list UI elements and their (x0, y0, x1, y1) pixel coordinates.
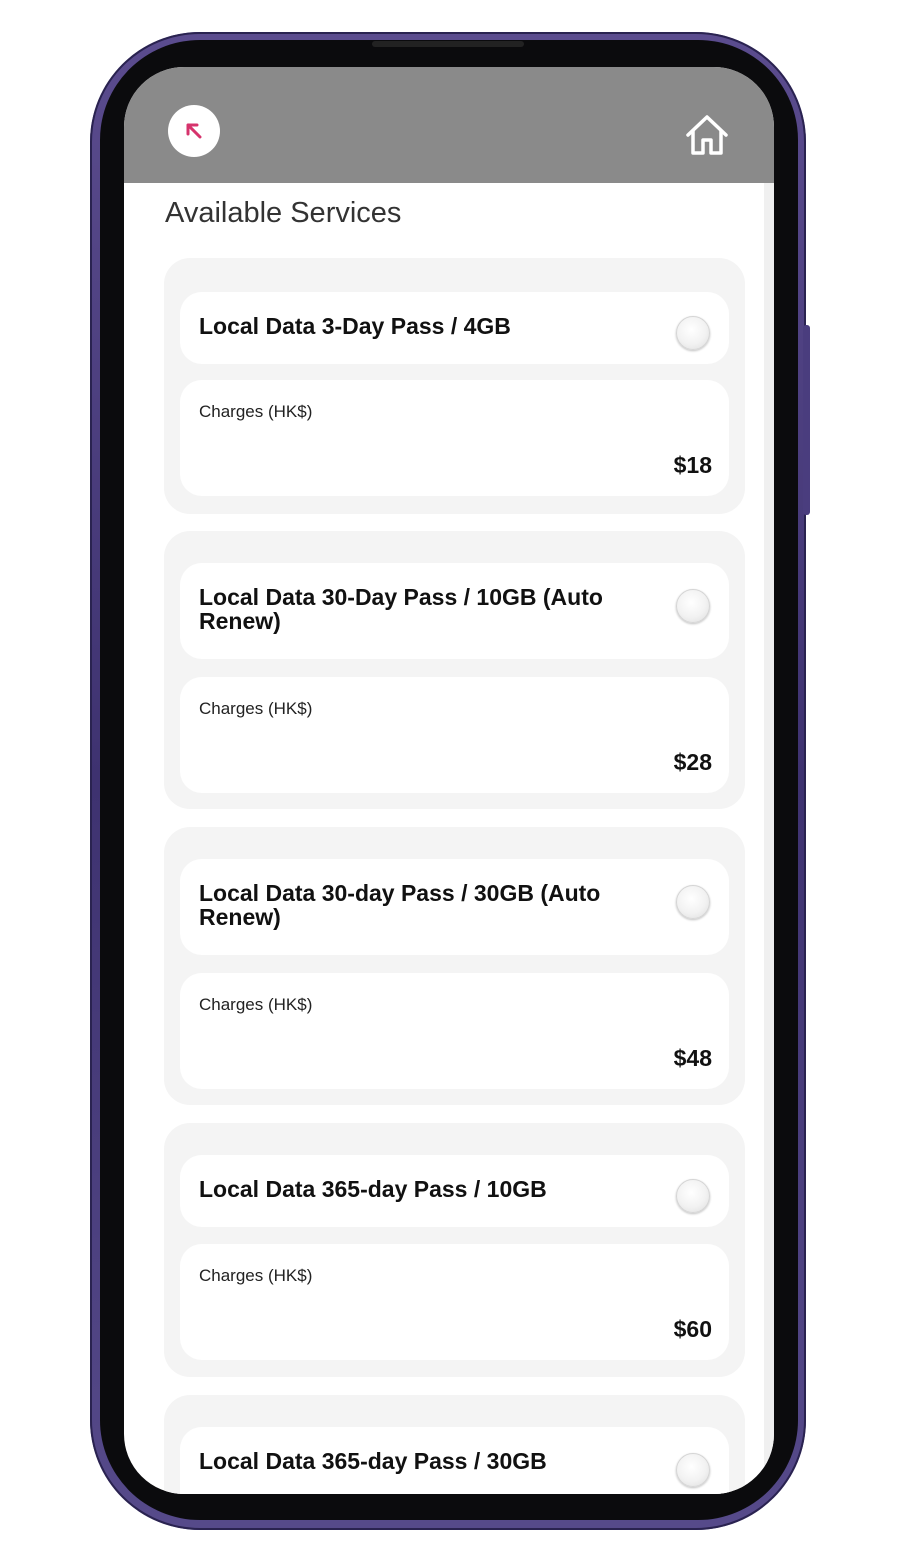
service-price: $28 (673, 749, 712, 775)
service-name: Local Data 365-day Pass / 30GB (199, 1448, 547, 1474)
service-price: $18 (673, 452, 712, 478)
arrow-up-left-icon (186, 123, 202, 139)
charges-label: Charges (HK$) (199, 1266, 313, 1285)
earpiece-speaker (372, 41, 524, 47)
scroll-track (764, 183, 774, 1494)
service-name-box[interactable]: Local Data 30-Day Pass / 10GB (Auto Rene… (180, 563, 729, 659)
service-radio[interactable] (676, 885, 710, 919)
service-name-box[interactable]: Local Data 3-Day Pass / 4GB (180, 292, 729, 364)
charges-label: Charges (HK$) (199, 699, 313, 718)
charges-box: Charges (HK$) $60 (180, 1244, 729, 1360)
back-button[interactable] (168, 105, 220, 157)
service-name: Local Data 30-Day Pass / 10GB (Auto Rene… (199, 584, 603, 634)
charges-box: Charges (HK$) $48 (180, 973, 729, 1089)
service-card: Local Data 30-day Pass / 30GB (Auto Rene… (164, 827, 745, 1105)
service-name-box[interactable]: Local Data 365-day Pass / 30GB (180, 1427, 729, 1494)
home-icon (686, 115, 728, 155)
service-radio[interactable] (676, 1179, 710, 1213)
app-header (124, 67, 774, 183)
service-price: $60 (673, 1316, 712, 1342)
service-radio[interactable] (676, 1453, 710, 1487)
service-name-box[interactable]: Local Data 365-day Pass / 10GB (180, 1155, 729, 1227)
service-card: Local Data 365-day Pass / 10GB Charges (… (164, 1123, 745, 1377)
service-card: Local Data 3-Day Pass / 4GB Charges (HK$… (164, 258, 745, 514)
service-name: Local Data 30-day Pass / 30GB (Auto Rene… (199, 880, 601, 930)
service-card: Local Data 30-Day Pass / 10GB (Auto Rene… (164, 531, 745, 809)
service-price: $48 (673, 1045, 712, 1071)
charges-box: Charges (HK$) $18 (180, 380, 729, 496)
charges-label: Charges (HK$) (199, 995, 313, 1014)
service-name-box[interactable]: Local Data 30-day Pass / 30GB (Auto Rene… (180, 859, 729, 955)
service-radio[interactable] (676, 316, 710, 350)
page-title: Available Services (165, 197, 402, 229)
service-name: Local Data 3-Day Pass / 4GB (199, 313, 511, 339)
service-name: Local Data 365-day Pass / 10GB (199, 1176, 547, 1202)
side-button (803, 325, 810, 515)
service-card: Local Data 365-day Pass / 30GB (164, 1395, 745, 1494)
service-radio[interactable] (676, 589, 710, 623)
charges-box: Charges (HK$) $28 (180, 677, 729, 793)
charges-label: Charges (HK$) (199, 402, 313, 421)
phone-screen: Available Services Local Data 3-Day Pass… (124, 67, 774, 1494)
home-button[interactable] (684, 113, 730, 157)
